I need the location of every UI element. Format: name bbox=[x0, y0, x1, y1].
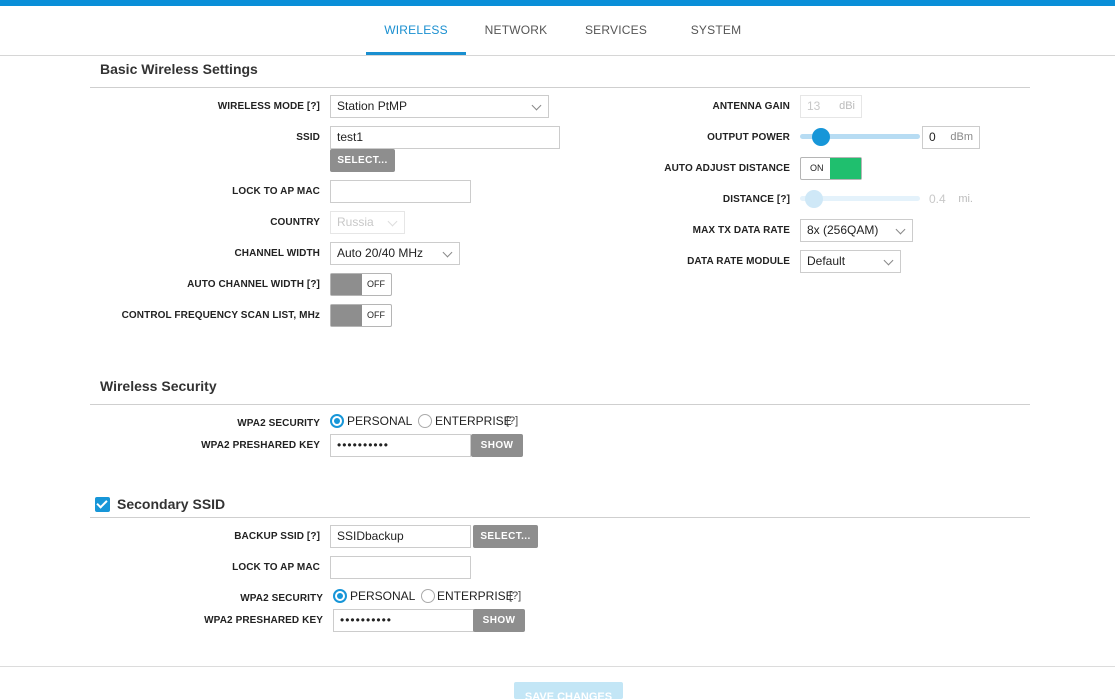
tab-services[interactable]: SERVICES bbox=[566, 6, 666, 55]
country-select: Russia bbox=[330, 211, 405, 234]
channel-width-value: Auto 20/40 MHz bbox=[337, 246, 424, 260]
auto-channel-width-toggle[interactable]: OFF bbox=[330, 273, 392, 296]
wpa2-key-label: WPA2 PRESHARED KEY bbox=[201, 440, 320, 451]
toggle-knob bbox=[830, 158, 861, 179]
basic-settings-title: Basic Wireless Settings bbox=[100, 61, 258, 77]
section-divider bbox=[90, 404, 1030, 405]
wpa2-security-label: WPA2 SECURITY bbox=[237, 418, 320, 429]
footer-divider bbox=[0, 666, 1115, 667]
data-rate-module-label: DATA RATE MODULE bbox=[687, 256, 790, 267]
wpa2-key-input[interactable]: •••••••••• bbox=[330, 434, 471, 457]
toggle-state: OFF bbox=[367, 279, 385, 289]
output-power-label: OUTPUT POWER bbox=[707, 132, 790, 143]
secondary-wpa2-security-label: WPA2 SECURITY bbox=[240, 593, 323, 604]
wireless-mode-label: WIRELESS MODE [?] bbox=[217, 101, 320, 112]
chevron-down-icon bbox=[387, 216, 398, 227]
antenna-gain-unit: dBi bbox=[839, 100, 855, 112]
chevron-down-icon bbox=[895, 224, 906, 235]
toggle-knob bbox=[331, 305, 362, 326]
lock-ap-mac-input[interactable] bbox=[330, 180, 471, 203]
output-power-value: 0 bbox=[929, 130, 936, 144]
chevron-down-icon bbox=[531, 100, 542, 111]
secondary-ssid-checkbox[interactable] bbox=[95, 497, 110, 512]
channel-width-label: CHANNEL WIDTH bbox=[234, 248, 320, 259]
backup-ssid-label: BACKUP SSID [?] bbox=[234, 531, 320, 542]
ssid-select-button[interactable]: SELECT... bbox=[330, 149, 395, 172]
secondary-wpa2-key-label: WPA2 PRESHARED KEY bbox=[204, 615, 323, 626]
lock-ap-mac-label: LOCK TO AP MAC bbox=[232, 186, 320, 197]
wireless-mode-select[interactable]: Station PtMP bbox=[330, 95, 549, 118]
secondary-lock-ap-mac-label: LOCK TO AP MAC bbox=[232, 562, 320, 573]
toggle-knob bbox=[331, 274, 362, 295]
antenna-gain-value: 13 bbox=[807, 99, 821, 113]
tab-wireless[interactable]: WIRELESS bbox=[366, 6, 466, 55]
scan-list-toggle[interactable]: OFF bbox=[330, 304, 392, 327]
personal-radio[interactable] bbox=[330, 414, 344, 428]
auto-adjust-distance-toggle[interactable]: ON bbox=[800, 157, 862, 180]
enterprise-help[interactable]: [?] bbox=[506, 415, 518, 427]
max-tx-rate-value: 8x (256QAM) bbox=[807, 223, 879, 237]
antenna-gain-input: 13 dBi bbox=[800, 95, 862, 118]
secondary-personal-radio[interactable] bbox=[333, 589, 347, 603]
distance-unit: mi. bbox=[958, 193, 973, 205]
distance-slider-handle bbox=[805, 190, 824, 208]
secondary-enterprise-help[interactable]: [?] bbox=[509, 590, 521, 602]
enterprise-radio[interactable] bbox=[418, 414, 432, 428]
chevron-down-icon bbox=[442, 247, 453, 258]
country-label: COUNTRY bbox=[270, 217, 320, 228]
toggle-state: OFF bbox=[367, 310, 385, 320]
main-tabs: WIRELESS NETWORK SERVICES SYSTEM bbox=[0, 6, 1115, 56]
channel-width-select[interactable]: Auto 20/40 MHz bbox=[330, 242, 460, 265]
max-tx-rate-label: MAX TX DATA RATE bbox=[692, 225, 790, 236]
ssid-input[interactable]: test1 bbox=[330, 126, 560, 149]
tab-system[interactable]: SYSTEM bbox=[666, 6, 766, 55]
backup-ssid-select-button[interactable]: SELECT... bbox=[473, 525, 538, 548]
show-key-button[interactable]: SHOW bbox=[471, 434, 523, 457]
distance-value: 0.4 bbox=[929, 192, 946, 206]
wireless-security-title: Wireless Security bbox=[100, 378, 217, 394]
ssid-label: SSID bbox=[296, 132, 320, 143]
antenna-gain-label: ANTENNA GAIN bbox=[712, 101, 790, 112]
distance-input: 0.4 mi. bbox=[922, 188, 980, 211]
wireless-mode-value: Station PtMP bbox=[337, 99, 408, 113]
backup-ssid-input[interactable]: SSIDbackup bbox=[330, 525, 471, 548]
scan-list-label: CONTROL FREQUENCY SCAN LIST, MHz bbox=[121, 310, 320, 321]
toggle-state: ON bbox=[810, 163, 824, 173]
section-divider bbox=[90, 87, 1030, 88]
enterprise-radio-label: ENTERPRISE bbox=[435, 414, 512, 428]
section-divider bbox=[90, 517, 1030, 518]
secondary-enterprise-radio[interactable] bbox=[421, 589, 435, 603]
tab-network[interactable]: NETWORK bbox=[466, 6, 566, 55]
secondary-lock-ap-mac-input[interactable] bbox=[330, 556, 471, 579]
auto-channel-width-label: AUTO CHANNEL WIDTH [?] bbox=[187, 279, 320, 290]
max-tx-rate-select[interactable]: 8x (256QAM) bbox=[800, 219, 913, 242]
auto-adjust-distance-label: AUTO ADJUST DISTANCE bbox=[664, 163, 790, 174]
secondary-enterprise-radio-label: ENTERPRISE bbox=[437, 589, 514, 603]
chevron-down-icon bbox=[883, 255, 894, 266]
personal-radio-label: PERSONAL bbox=[347, 414, 413, 428]
data-rate-module-select[interactable]: Default bbox=[800, 250, 901, 273]
save-changes-button[interactable]: SAVE CHANGES bbox=[514, 682, 623, 699]
output-power-input[interactable]: 0 dBm bbox=[922, 126, 980, 149]
distance-label: DISTANCE [?] bbox=[722, 194, 790, 205]
secondary-wpa2-key-input[interactable]: •••••••••• bbox=[333, 609, 474, 632]
output-power-slider-handle[interactable] bbox=[812, 128, 831, 146]
secondary-show-key-button[interactable]: SHOW bbox=[473, 609, 525, 632]
output-power-unit: dBm bbox=[950, 131, 973, 143]
country-value: Russia bbox=[337, 215, 374, 229]
data-rate-module-value: Default bbox=[807, 254, 846, 268]
secondary-personal-radio-label: PERSONAL bbox=[350, 589, 416, 603]
secondary-ssid-title: Secondary SSID bbox=[117, 496, 226, 512]
